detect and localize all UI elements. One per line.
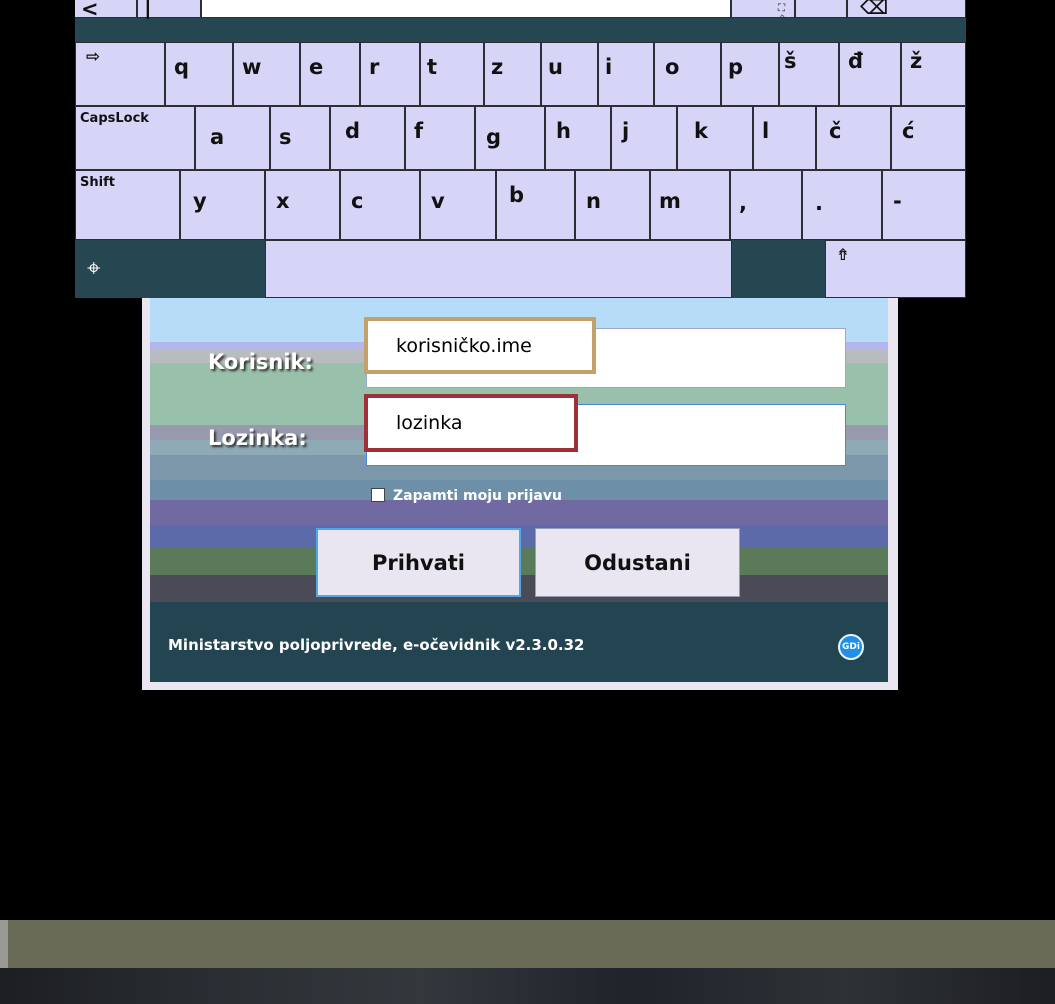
password-callout: lozinka (364, 394, 578, 452)
key-row1-3[interactable] (201, 0, 731, 18)
key-g[interactable]: g (475, 106, 545, 170)
key-n[interactable]: n (575, 170, 650, 240)
key-i[interactable]: i (598, 42, 654, 106)
key-l[interactable]: l (753, 106, 816, 170)
key-minus[interactable]: - (882, 170, 966, 240)
layout-switch-key[interactable]: ⇮ (825, 240, 966, 298)
key-m[interactable]: m (650, 170, 730, 240)
key-d[interactable]: d (330, 106, 405, 170)
key-w[interactable]: w (233, 42, 300, 106)
key-f[interactable]: f (405, 106, 475, 170)
key-c-acute[interactable]: ć (891, 106, 966, 170)
key-c[interactable]: c (340, 170, 420, 240)
key-z[interactable]: z (484, 42, 541, 106)
key-row1-5[interactable] (795, 0, 847, 18)
tab-arrow-icon: ⇨ (86, 47, 101, 67)
username-callout: korisničko.ime (364, 317, 596, 374)
key-q[interactable]: q (165, 42, 233, 106)
capslock-key[interactable]: CapsLock (75, 106, 195, 170)
key-h[interactable]: h (545, 106, 611, 170)
key-j[interactable]: j (611, 106, 677, 170)
gdi-logo-text: GDi (842, 642, 860, 652)
crosshair-icon[interactable]: ⌖ (87, 254, 101, 282)
taskbar-strip (0, 920, 1055, 968)
key-z-caron[interactable]: ž (901, 42, 966, 106)
key-v[interactable]: v (420, 170, 496, 240)
key-y[interactable]: y (180, 170, 265, 240)
key-o[interactable]: o (654, 42, 721, 106)
key-less-than[interactable]: < (75, 0, 137, 21)
gdi-logo: GDi (838, 634, 864, 660)
backspace-key[interactable]: ⌫ (847, 0, 966, 19)
keyboard-layout-icon: ⇮ (836, 245, 850, 264)
key-b[interactable]: b (496, 170, 575, 240)
key-a[interactable]: a (195, 106, 270, 170)
key-comma[interactable]: , (730, 170, 802, 240)
username-label: Korisnik: (208, 350, 313, 374)
footer-text: Ministarstvo poljoprivrede, e-očevidnik … (168, 636, 585, 654)
remember-checkbox[interactable] (371, 488, 385, 502)
key-p[interactable]: p (721, 42, 779, 106)
spacebar-key[interactable] (265, 240, 732, 298)
cancel-button[interactable]: Odustani (535, 528, 740, 597)
key-k[interactable]: k (677, 106, 753, 170)
taskbar-edge (0, 920, 8, 968)
tab-key[interactable]: ⇨ (75, 42, 165, 106)
accept-button[interactable]: Prihvati (316, 528, 521, 597)
remember-label: Zapamti moju prijavu (393, 488, 562, 504)
shift-key[interactable]: Shift (75, 170, 180, 240)
on-screen-keyboard: < | ⛶ ⌃ ⌫ ⇨ q w e r t z u i o p š đ ž Ca… (75, 0, 966, 298)
key-e[interactable]: e (300, 42, 360, 106)
expand-icon[interactable]: ⛶ ⌃ (778, 3, 794, 25)
key-r[interactable]: r (360, 42, 420, 106)
key-period[interactable]: . (802, 170, 882, 240)
key-t[interactable]: t (420, 42, 484, 106)
key-row1-4[interactable]: ⛶ ⌃ (731, 0, 795, 25)
key-x[interactable]: x (265, 170, 340, 240)
key-u[interactable]: u (541, 42, 598, 106)
password-callout-text: lozinka (396, 412, 463, 434)
key-s[interactable]: s (270, 106, 330, 170)
backspace-icon: ⌫ (860, 0, 889, 19)
key-c-caron[interactable]: č (816, 106, 891, 170)
key-row1-2[interactable]: | (137, 0, 201, 19)
password-label: Lozinka: (208, 426, 307, 450)
key-d-stroke[interactable]: đ (839, 42, 901, 106)
taskbar (0, 968, 1055, 1004)
key-s-caron[interactable]: š (779, 42, 839, 106)
username-callout-text: korisničko.ime (396, 334, 532, 357)
